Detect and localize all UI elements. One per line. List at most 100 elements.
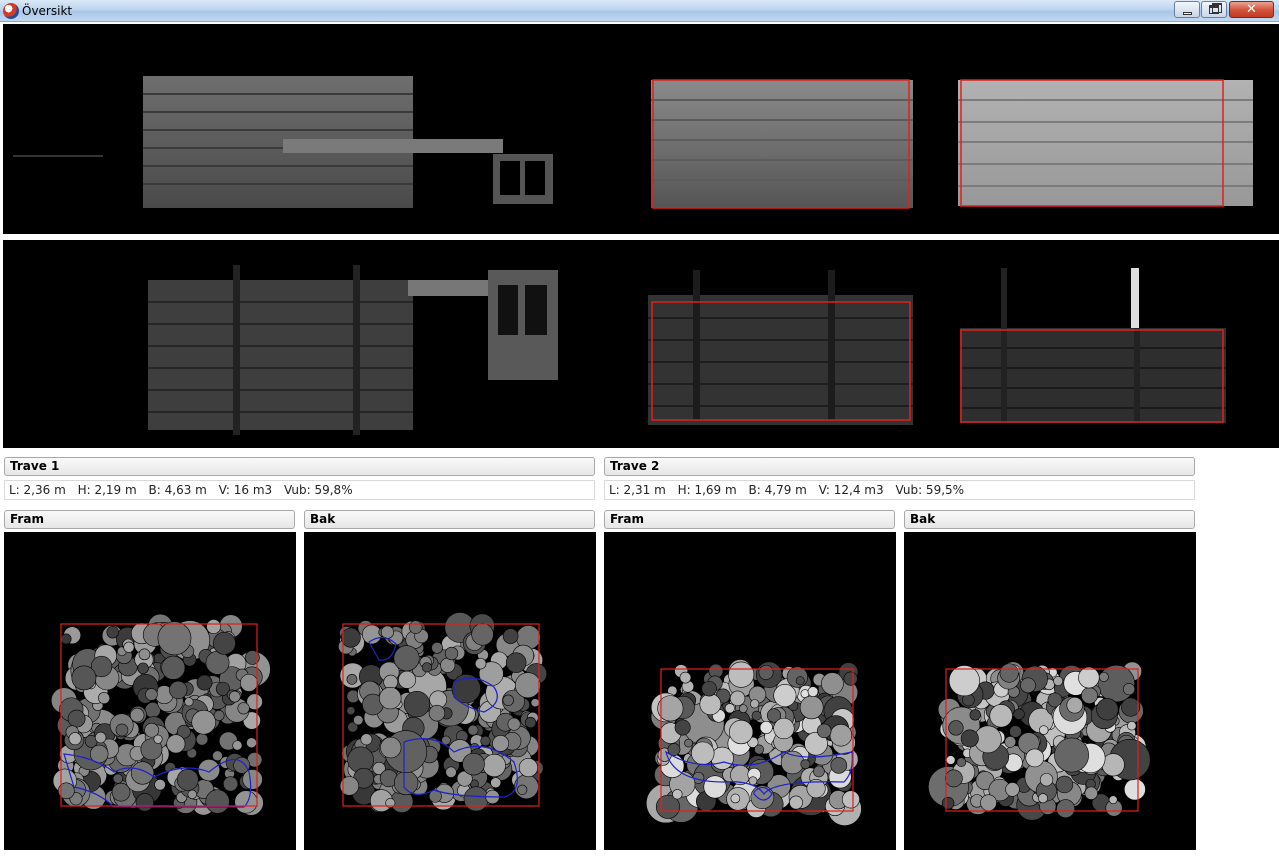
stack-2-back-header: Bak (904, 510, 1195, 529)
log-end (1039, 773, 1054, 787)
log-end (821, 672, 844, 695)
log-end (138, 648, 151, 661)
close-button[interactable]: ✕ (1229, 1, 1274, 18)
log-end (672, 789, 683, 800)
log-end (800, 759, 811, 770)
log-end (1038, 793, 1048, 804)
log-end (795, 676, 805, 686)
log-end (187, 789, 197, 800)
log-end (948, 665, 980, 697)
log-end (228, 690, 241, 703)
side-depth-svg (148, 265, 1226, 435)
log-end (786, 666, 808, 688)
log-end (507, 717, 521, 731)
stack-2-vub: Vub: 59,5% (895, 483, 965, 497)
stack-1-front-svg (50, 613, 271, 816)
log-end (1038, 725, 1049, 735)
log-end (154, 778, 166, 791)
log-end (94, 731, 107, 744)
log-end (1108, 795, 1118, 805)
log-end (530, 698, 540, 708)
log-end (362, 624, 382, 645)
log-end (237, 702, 250, 715)
log-end (421, 662, 433, 673)
log-end (67, 709, 86, 728)
log-end (246, 737, 257, 749)
log-end (1098, 671, 1109, 682)
log-end (758, 664, 774, 680)
log-end (115, 723, 129, 737)
log-end (380, 736, 402, 759)
log-end (1078, 666, 1100, 689)
window-title: Översikt (22, 4, 73, 18)
log-end (205, 789, 230, 814)
stack-1-header: Trave 1 (4, 457, 595, 476)
log-end (106, 626, 119, 639)
log-end (999, 663, 1019, 683)
stack-1-info: L: 2,36 m H: 2,19 m B: 4,63 m V: 16 m3 V… (4, 480, 595, 500)
log-end (1121, 697, 1141, 717)
log-end (184, 697, 194, 707)
log-end (773, 717, 795, 740)
log-end (213, 631, 236, 655)
log-end (829, 724, 853, 747)
log-end (232, 740, 243, 751)
log-end (518, 758, 539, 778)
log-end (191, 709, 217, 735)
log-end (393, 645, 420, 672)
stack-2-front-svg (645, 659, 862, 826)
log-end (98, 692, 111, 705)
log-end (505, 652, 527, 673)
stack-1-front-view (4, 532, 296, 850)
log-end (234, 790, 258, 814)
stack-2-height: H: 1,69 m (677, 483, 737, 497)
log-end (773, 684, 797, 708)
log-end (492, 734, 510, 752)
log-end (830, 757, 848, 774)
maximize-button[interactable] (1201, 1, 1227, 18)
log-end (360, 733, 373, 746)
log-end (467, 724, 479, 736)
log-end (195, 733, 209, 746)
stack-1-volume: V: 16 m3 (218, 483, 273, 497)
log-end (724, 703, 735, 714)
log-end (807, 686, 819, 697)
log-end (206, 619, 222, 634)
log-end (960, 729, 979, 748)
log-end (213, 709, 225, 721)
log-end (60, 633, 72, 645)
log-end (514, 774, 539, 800)
log-end (222, 776, 239, 792)
log-end (1054, 737, 1089, 773)
log-end (393, 770, 419, 796)
log-end (1004, 735, 1017, 748)
log-end (242, 769, 263, 790)
log-end (445, 766, 457, 778)
log-end (989, 704, 1013, 728)
stack-1-height: H: 2,19 m (77, 483, 137, 497)
log-end (524, 716, 537, 729)
log-end (799, 695, 824, 720)
log-end (1122, 683, 1136, 696)
log-end (956, 757, 967, 768)
stack-2-header: Trave 2 (604, 457, 1195, 476)
log-end (813, 765, 825, 778)
stack-1-back-header: Bak (304, 510, 595, 529)
log-end (137, 662, 149, 674)
minimize-icon (1182, 11, 1192, 15)
log-end (166, 734, 186, 754)
log-end (1009, 725, 1022, 738)
log-end (684, 738, 693, 748)
log-end (502, 628, 519, 644)
log-end (730, 793, 741, 804)
log-end (444, 646, 459, 661)
log-end (431, 642, 443, 654)
log-end (841, 790, 860, 809)
log-end (1081, 687, 1098, 704)
log-end (980, 794, 997, 812)
stack-2-width: B: 4,79 m (748, 483, 807, 497)
crane-arm (283, 139, 503, 153)
stack-1-width: B: 4,63 m (148, 483, 207, 497)
minimize-button[interactable] (1174, 1, 1200, 18)
log-end (944, 769, 963, 788)
